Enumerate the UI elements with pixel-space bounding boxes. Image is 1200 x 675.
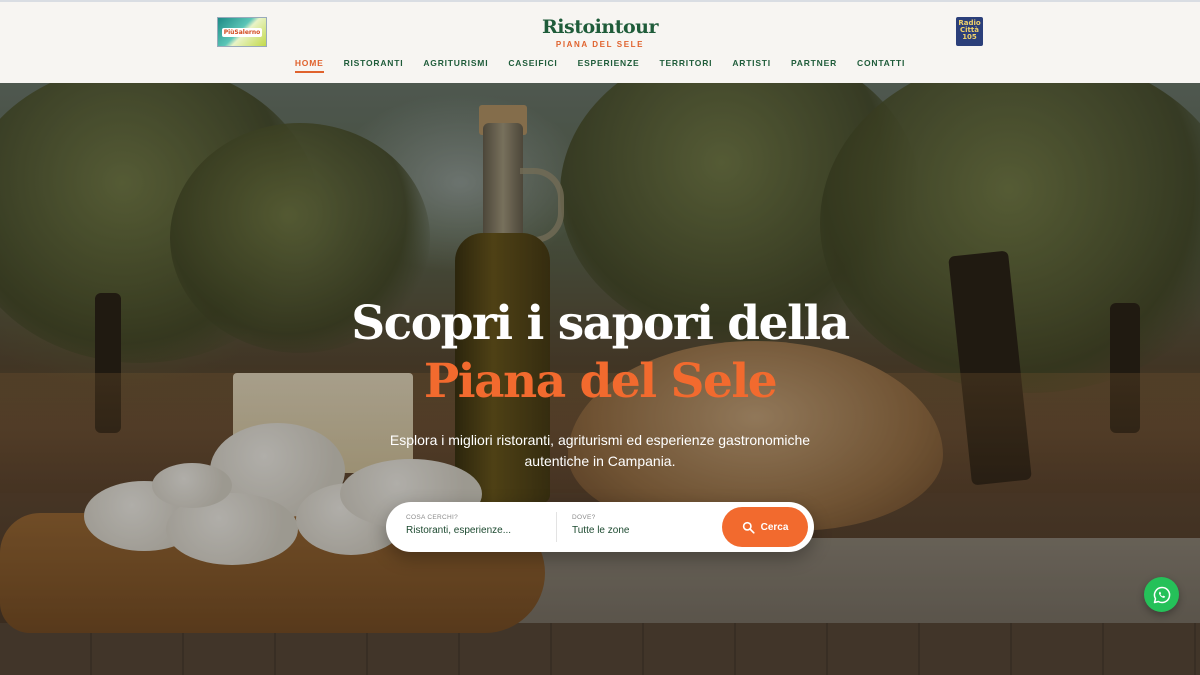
nav-item-territori[interactable]: TERRITORI (659, 58, 712, 73)
search-what-input[interactable]: Ristoranti, esperienze... (406, 525, 556, 536)
nav-item-ristoranti[interactable]: RISTORANTI (344, 58, 404, 73)
search-bar: COSA CERCHI? Ristoranti, esperienze... D… (386, 502, 814, 552)
search-button-label: Cerca (760, 521, 789, 533)
site-header: PiùSalerno Ristointour PIANA DEL SELE Ra… (0, 0, 1200, 83)
main-nav: HOME RISTORANTI AGRITURISMI CASEIFICI ES… (0, 58, 1200, 73)
whatsapp-button[interactable] (1144, 577, 1179, 612)
search-icon (742, 521, 755, 534)
nav-item-caseifici[interactable]: CASEIFICI (508, 58, 557, 73)
brand-title: Ristointour (542, 16, 658, 38)
brand-subtitle: PIANA DEL SELE (555, 40, 645, 49)
nav-item-esperienze[interactable]: ESPERIENZE (578, 58, 640, 73)
hero-title-line1: Scopri i sapori della (351, 296, 850, 351)
search-what-label: COSA CERCHI? (406, 514, 459, 521)
search-divider (556, 512, 557, 542)
search-what-field[interactable]: COSA CERCHI? Ristoranti, esperienze... (406, 502, 556, 552)
hero-title-line2: Piana del Sele (423, 354, 778, 409)
hero-title: Scopri i sapori della Piana del Sele (0, 295, 1200, 411)
search-button[interactable]: Cerca (722, 507, 808, 547)
brand-logo[interactable]: Ristointour PIANA DEL SELE (500, 16, 700, 49)
nav-item-home[interactable]: HOME (294, 58, 324, 73)
search-where-select[interactable]: Tutte le zone (572, 525, 712, 536)
hero-subtitle: Esplora i migliori ristoranti, agrituris… (389, 432, 811, 469)
whatsapp-icon (1153, 586, 1170, 603)
hero-section: Scopri i sapori della Piana del Sele Esp… (0, 83, 1200, 675)
nav-item-contatti[interactable]: CONTATTI (857, 58, 905, 73)
nav-item-agriturismi[interactable]: AGRITURISMI (423, 58, 488, 73)
partner-logo-left-text: PiùSalerno (221, 27, 263, 37)
search-where-label: DOVE? (572, 514, 596, 521)
nav-item-partner[interactable]: PARTNER (791, 58, 837, 73)
nav-item-artisti[interactable]: ARTISTI (732, 58, 771, 73)
partner-logo-left[interactable]: PiùSalerno (217, 17, 267, 47)
search-where-field[interactable]: DOVE? Tutte le zone (572, 502, 712, 552)
partner-logo-right[interactable]: Radio Città 105 (956, 17, 983, 46)
